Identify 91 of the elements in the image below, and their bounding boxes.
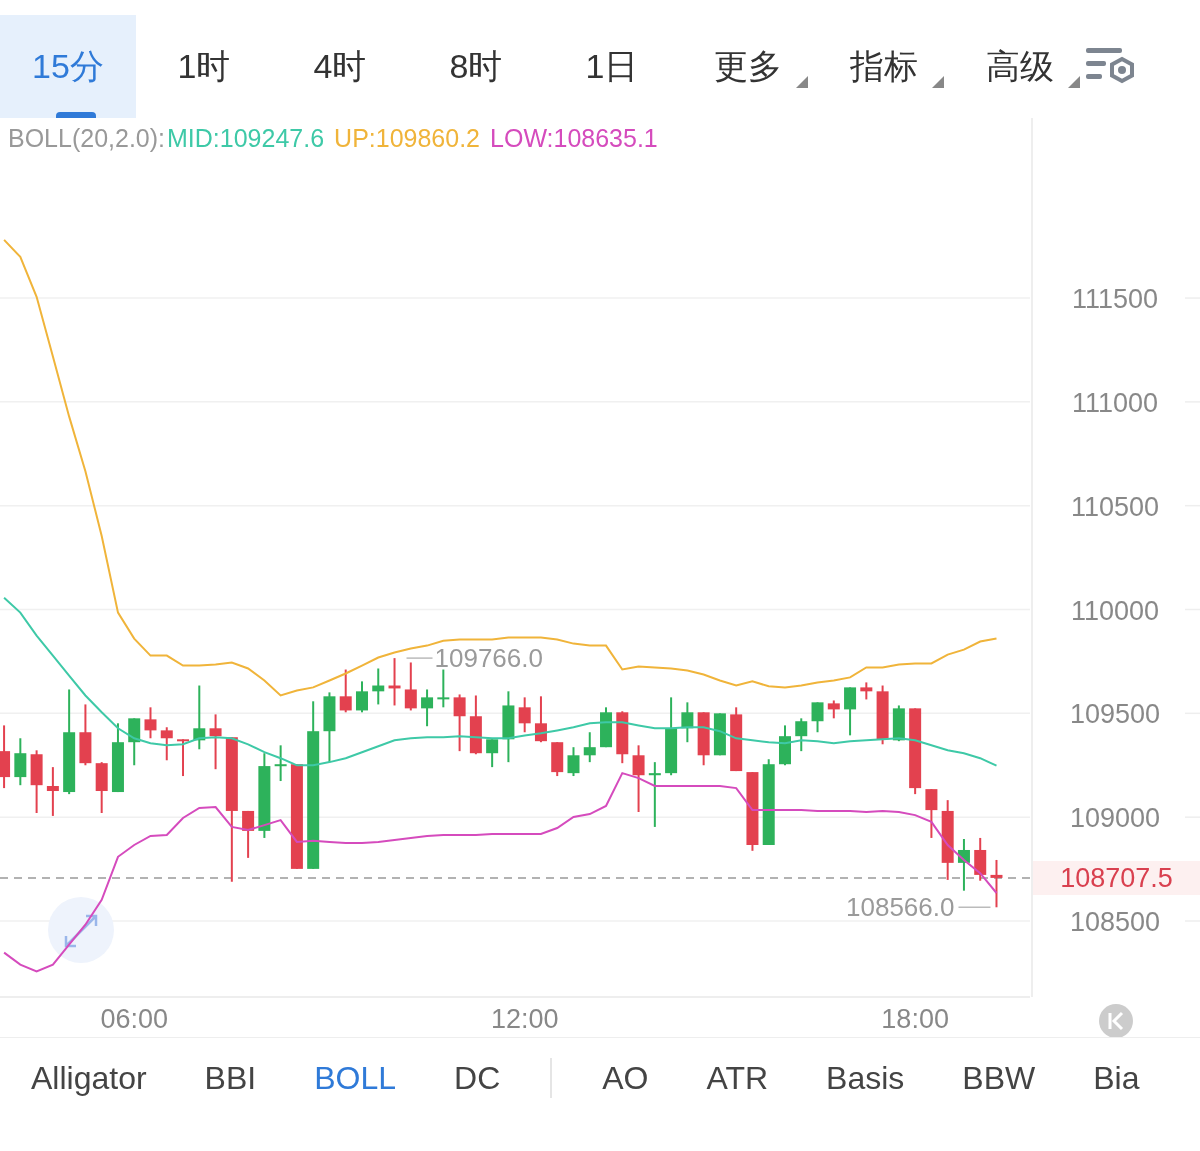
axis-label: 111000 bbox=[1071, 387, 1159, 418]
indicator-value: LOW:108635.1 bbox=[490, 123, 658, 154]
candlestick bbox=[795, 717, 808, 753]
caret-icon bbox=[796, 76, 808, 88]
candlestick bbox=[421, 688, 434, 728]
axis-label: 110000 bbox=[1070, 595, 1160, 626]
candlestick bbox=[551, 741, 564, 778]
candlestick bbox=[469, 694, 482, 756]
candlestick bbox=[974, 836, 987, 882]
candlestick bbox=[177, 738, 190, 778]
axis-label: 109000 bbox=[1069, 803, 1161, 834]
axis-label: 110500 bbox=[1070, 491, 1160, 522]
indicator-label: BOLL(20,2.0): bbox=[8, 123, 166, 154]
indicator-tab[interactable]: BOLL bbox=[314, 1053, 396, 1102]
candlestick bbox=[697, 711, 710, 767]
candlestick bbox=[356, 680, 368, 714]
candlestick bbox=[648, 761, 661, 828]
axis-label: 18:00 bbox=[881, 1004, 949, 1034]
price-annotation: 109766.0 bbox=[434, 643, 543, 674]
candlestick bbox=[844, 686, 857, 737]
period-tab[interactable]: 8时 bbox=[408, 15, 544, 118]
candlestick bbox=[730, 706, 743, 773]
period-tab[interactable]: 15分 bbox=[0, 15, 136, 118]
caret-icon bbox=[1068, 76, 1080, 88]
candlestick bbox=[160, 726, 173, 762]
candlestick bbox=[600, 706, 613, 749]
candlestick bbox=[14, 737, 27, 787]
candlestick bbox=[567, 746, 580, 778]
axis-label: 108500 bbox=[1069, 907, 1161, 937]
candlestick bbox=[616, 710, 629, 765]
axis-label: 109500 bbox=[1069, 699, 1161, 730]
candlestick bbox=[128, 717, 141, 767]
candlestick bbox=[713, 712, 726, 757]
candlestick bbox=[209, 713, 222, 771]
expand-icon[interactable] bbox=[48, 897, 114, 963]
candlestick bbox=[144, 706, 157, 740]
menu-tab[interactable]: 更多 bbox=[680, 15, 816, 118]
candlestick bbox=[95, 761, 108, 814]
candlestick bbox=[827, 699, 840, 720]
candlestick bbox=[453, 693, 466, 753]
candlestick bbox=[779, 724, 791, 767]
indicator-tab[interactable]: Basis bbox=[826, 1053, 905, 1102]
candlestick bbox=[876, 684, 889, 746]
indicator-tab[interactable]: BBI bbox=[204, 1053, 257, 1102]
axis-label: 06:00 bbox=[100, 1004, 168, 1034]
candlestick bbox=[274, 744, 287, 783]
caret-icon bbox=[932, 76, 944, 88]
indicator-tab[interactable]: ATR bbox=[706, 1053, 769, 1102]
menu-tab[interactable]: 指标 bbox=[816, 15, 952, 118]
indicator-tab[interactable]: Bia bbox=[1093, 1053, 1140, 1102]
candlestick bbox=[518, 696, 531, 734]
candlestick bbox=[811, 701, 824, 734]
leader-line bbox=[405, 657, 434, 659]
candlestick bbox=[583, 731, 596, 764]
candlestick bbox=[681, 701, 694, 744]
candlestick bbox=[437, 668, 450, 709]
candlestick bbox=[388, 657, 401, 707]
period-tab[interactable]: 1时 bbox=[136, 15, 272, 118]
candlestick bbox=[46, 766, 59, 817]
candlestick bbox=[957, 838, 970, 892]
period-tab[interactable]: 4时 bbox=[272, 15, 408, 118]
candlestick bbox=[193, 684, 206, 751]
candlestick bbox=[111, 722, 124, 794]
scroll-to-start-button[interactable] bbox=[1099, 1004, 1133, 1037]
candlestick bbox=[0, 724, 11, 790]
indicator-value: UP:109860.2 bbox=[334, 123, 481, 154]
candlestick bbox=[632, 744, 645, 813]
indicator-tab[interactable]: BBW bbox=[962, 1053, 1036, 1102]
indicator-value: MID:109247.6 bbox=[167, 123, 325, 154]
axis-label: 111500 bbox=[1071, 284, 1159, 315]
price-annotation: 108566.0 bbox=[846, 892, 955, 923]
candlestick bbox=[860, 681, 873, 701]
leader-line bbox=[957, 906, 992, 909]
candlestick bbox=[404, 661, 417, 712]
indicator-tab[interactable]: AO bbox=[602, 1053, 649, 1102]
candlestick bbox=[486, 738, 499, 769]
indicator-tab[interactable]: Alligator bbox=[31, 1053, 147, 1102]
candlestick bbox=[79, 703, 92, 767]
candlestick bbox=[534, 695, 547, 744]
last-price-tag: 108707.5 bbox=[1033, 860, 1200, 895]
axis-label: 12:00 bbox=[490, 1004, 559, 1034]
indicator-tab[interactable]: DC bbox=[454, 1053, 501, 1102]
candlestick bbox=[892, 704, 905, 743]
candlestick bbox=[990, 858, 1003, 909]
candlestick bbox=[30, 749, 43, 814]
period-tab[interactable]: 1日 bbox=[544, 15, 680, 118]
candlestick bbox=[339, 668, 352, 714]
candlestick bbox=[242, 809, 255, 859]
candlestick bbox=[372, 667, 385, 706]
candlestick bbox=[925, 788, 938, 839]
menu-tab[interactable]: 高级 bbox=[952, 15, 1088, 118]
